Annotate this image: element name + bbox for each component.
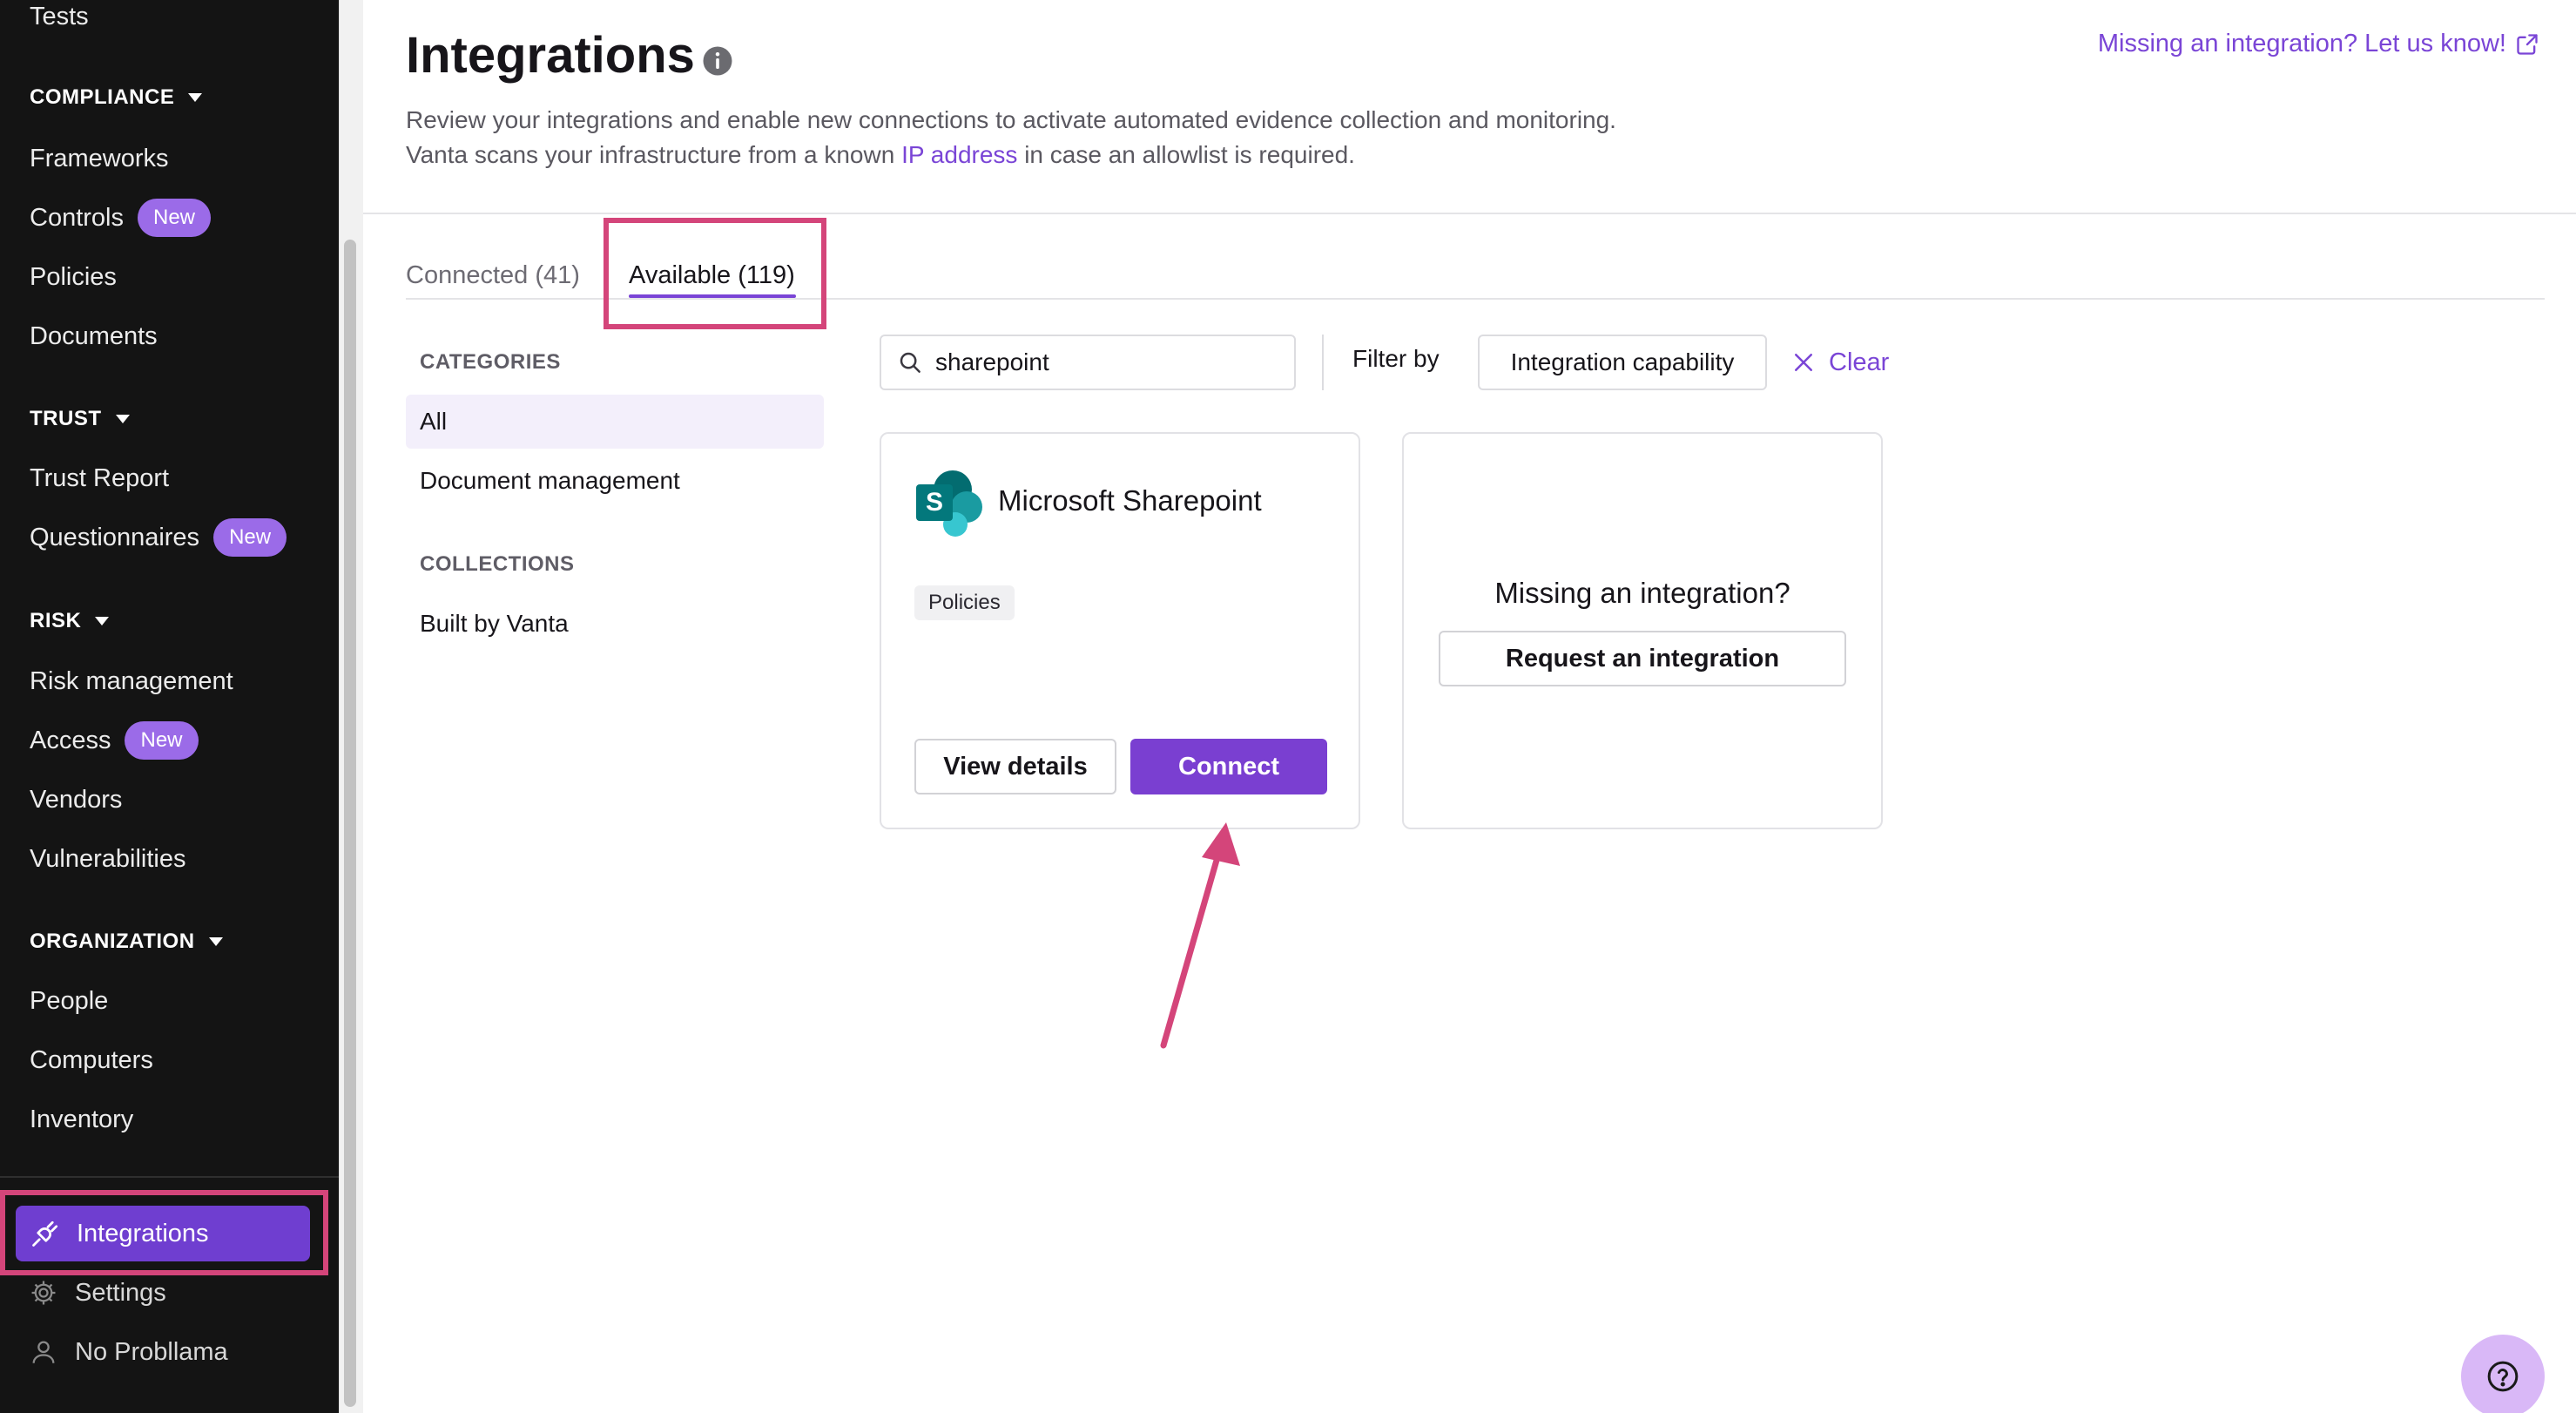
user-icon	[26, 1335, 61, 1369]
caret-down-icon	[115, 415, 130, 423]
filter-label: Filter by	[1352, 345, 1440, 372]
integration-title: Microsoft Sharepoint	[998, 484, 1262, 517]
page-subtitle: Review your integrations and enable new …	[406, 106, 1616, 168]
sidebar-item-vendors[interactable]: Vendors	[30, 778, 122, 821]
new-badge: New	[125, 721, 199, 760]
sidebar-item-risk-management[interactable]: Risk management	[30, 659, 233, 703]
request-integration-button[interactable]: Request an integration	[1439, 631, 1846, 686]
gear-icon	[26, 1275, 61, 1310]
integration-card-sharepoint: S Microsoft Sharepoint Policies View det…	[880, 432, 1360, 829]
plug-icon	[28, 1216, 63, 1251]
help-button[interactable]	[2461, 1335, 2545, 1413]
caret-down-icon	[95, 617, 110, 625]
section-compliance[interactable]: COMPLIANCE	[30, 80, 203, 115]
sidebar-divider	[0, 1176, 339, 1178]
close-icon	[1795, 354, 1812, 371]
sidebar-item-computers[interactable]: Computers	[30, 1038, 153, 1082]
sidebar-item-vulnerabilities[interactable]: Vulnerabilities	[30, 837, 185, 881]
caret-down-icon	[208, 937, 223, 946]
sidebar-item-trust-report[interactable]: Trust Report	[30, 456, 169, 500]
search-field[interactable]	[880, 335, 1296, 390]
tab-connected[interactable]: Connected (41)	[406, 253, 580, 298]
external-link-icon	[2517, 33, 2538, 55]
sidebar-item-settings[interactable]: Settings	[26, 1268, 166, 1317]
collections-heading: COLLECTIONS	[420, 552, 575, 576]
new-badge: New	[138, 199, 212, 237]
sidebar-item-tests[interactable]: Tests	[30, 0, 89, 38]
sharepoint-logo-letter: S	[926, 488, 943, 517]
sidebar-item-frameworks[interactable]: Frameworks	[30, 137, 169, 180]
integration-capability-filter[interactable]: Integration capability	[1478, 335, 1767, 390]
sidebar-item-inventory[interactable]: Inventory	[30, 1098, 133, 1141]
tab-available[interactable]: Available (119)	[629, 253, 795, 298]
categories-heading: CATEGORIES	[420, 350, 561, 374]
missing-integration-card: Missing an integration? Request an integ…	[1402, 432, 1883, 829]
connect-button[interactable]: Connect	[1130, 739, 1327, 794]
sharepoint-logo: S	[916, 470, 982, 537]
search-input[interactable]	[935, 348, 1266, 376]
caret-down-icon	[188, 93, 203, 102]
sidebar-item-policies[interactable]: Policies	[30, 255, 117, 299]
sidebar-item-user[interactable]: No Probllama	[26, 1328, 228, 1376]
sidebar-item-people[interactable]: People	[30, 979, 108, 1023]
section-trust[interactable]: TRUST	[30, 402, 130, 436]
info-icon[interactable]	[702, 45, 733, 77]
page-title: Integrations	[406, 27, 695, 84]
sidebar-item-questionnaires[interactable]: Questionnaires New	[30, 516, 287, 559]
sidebar-item-integrations[interactable]: Integrations	[16, 1206, 310, 1261]
annotation-arrow	[1160, 822, 1240, 1049]
new-badge: New	[213, 518, 287, 557]
header-divider	[363, 213, 2576, 214]
collection-built-by-vanta[interactable]: Built by Vanta	[406, 597, 824, 651]
sidebar-scrollbar-thumb[interactable]	[344, 240, 356, 1407]
sidebar: Tests COMPLIANCE Frameworks Controls New …	[0, 0, 339, 1413]
sidebar-item-documents[interactable]: Documents	[30, 314, 158, 358]
missing-integration-link[interactable]: Missing an integration? Let us know!	[2098, 30, 2539, 58]
missing-integration-title: Missing an integration?	[1494, 577, 1790, 609]
search-icon	[900, 352, 920, 373]
clear-filters-button[interactable]: Clear	[1790, 340, 1889, 385]
category-all[interactable]: All	[406, 395, 824, 449]
sidebar-item-controls[interactable]: Controls New	[30, 196, 212, 240]
ip-address-link[interactable]: IP address	[901, 141, 1017, 168]
capability-tag: Policies	[914, 585, 1015, 620]
view-details-button[interactable]: View details	[914, 739, 1116, 794]
category-document-management[interactable]: Document management	[406, 454, 824, 508]
section-risk[interactable]: RISK	[30, 604, 110, 639]
sidebar-item-access[interactable]: Access New	[30, 719, 199, 762]
section-organization[interactable]: ORGANIZATION	[30, 924, 223, 959]
filter-separator	[1322, 335, 1324, 390]
help-icon	[2487, 1361, 2519, 1392]
active-tab-indicator	[629, 294, 796, 298]
tabs-divider	[406, 298, 2545, 300]
